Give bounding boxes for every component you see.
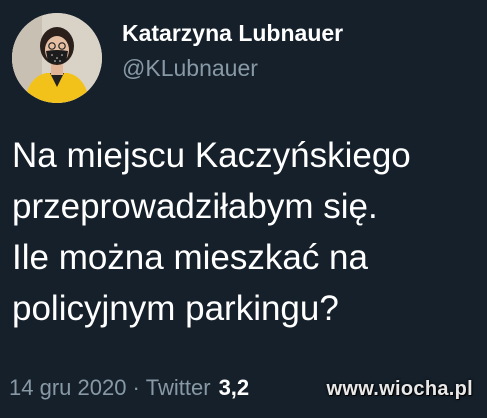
avatar-photo-icon (12, 13, 102, 103)
tweet-text-line: przeprowadziłabym się. (12, 187, 378, 226)
tweet-text-line: Ile można mieszkać na (12, 238, 368, 277)
tweet-text-line: policyjnym parkingu? (12, 289, 339, 328)
watermark: www.wiocha.pl (326, 378, 473, 400)
author-handle[interactable]: @KLubnauer (122, 55, 258, 82)
tweet-date[interactable]: 14 gru 2020 (9, 375, 126, 400)
engagement-count[interactable]: 3,2 (219, 375, 250, 400)
tweet-card: Katarzyna Lubnauer @KLubnauer Na miejscu… (0, 0, 487, 418)
author-display-name[interactable]: Katarzyna Lubnauer (122, 20, 343, 47)
avatar[interactable] (12, 13, 102, 103)
tweet-text: Na miejscu Kaczyńskiego przeprowadziłaby… (12, 130, 484, 334)
tweet-footer: 14 gru 2020 · Twitter 3,2 (9, 375, 249, 401)
tweet-text-line: Na miejscu Kaczyńskiego (12, 136, 411, 175)
footer-separator: · (132, 375, 140, 400)
tweet-source[interactable]: Twitter (146, 375, 211, 400)
